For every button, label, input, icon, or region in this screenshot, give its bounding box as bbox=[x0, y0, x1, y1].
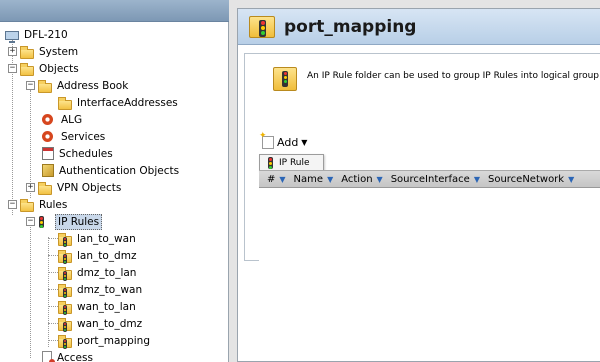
sort-arrow-icon: ▼ bbox=[568, 174, 575, 184]
column-label: SourceInterface bbox=[390, 173, 470, 185]
tree-item-label: Authentication Objects bbox=[59, 164, 180, 177]
tree-item-rules[interactable]: − Rules bbox=[8, 196, 69, 213]
tree-item-services[interactable]: Services bbox=[42, 128, 107, 145]
rule-folder-icon bbox=[58, 232, 72, 247]
tree-item-label: Services bbox=[61, 130, 106, 143]
tree-item-label: IP Rules bbox=[55, 213, 103, 230]
access-icon bbox=[42, 351, 55, 362]
tree-item-label: Rules bbox=[39, 198, 68, 211]
tree-item-rule-folder[interactable]: lan_to_wan bbox=[58, 230, 138, 247]
tree-item-objects[interactable]: − Objects bbox=[8, 60, 81, 77]
grid-header: # ▼ Name ▼ Action ▼ SourceInterface ▼ Source… bbox=[259, 170, 600, 188]
calendar-icon bbox=[42, 147, 54, 160]
tree-item-authentication-objects[interactable]: Authentication Objects bbox=[42, 162, 181, 179]
authentication-icon bbox=[42, 164, 54, 177]
page-title: port_mapping bbox=[284, 16, 417, 37]
tree-item-label: wan_to_lan bbox=[77, 300, 136, 313]
expand-icon[interactable]: + bbox=[8, 47, 17, 56]
collapse-icon[interactable]: − bbox=[26, 81, 35, 90]
tree-item-label: System bbox=[39, 45, 79, 58]
column-header-name[interactable]: Name ▼ bbox=[286, 174, 334, 185]
services-gear-icon bbox=[42, 131, 53, 142]
rule-folder-icon bbox=[273, 67, 297, 91]
rule-folder-icon bbox=[58, 334, 72, 349]
tree-item-label: Schedules bbox=[59, 147, 113, 160]
panel-header: port_mapping bbox=[238, 9, 600, 45]
left-panel-header bbox=[0, 0, 229, 22]
tree-item-rule-folder[interactable]: dmz_to_lan bbox=[58, 264, 138, 281]
tree-item-rule-folder[interactable]: port_mapping bbox=[58, 332, 152, 349]
rule-folder-icon bbox=[58, 317, 72, 332]
address-book-icon bbox=[38, 79, 52, 93]
traffic-light-icon bbox=[268, 157, 273, 169]
column-label: # bbox=[267, 173, 276, 185]
traffic-light-icon bbox=[38, 215, 52, 228]
collapse-icon[interactable]: − bbox=[8, 200, 17, 209]
add-button[interactable]: Add ▼ bbox=[259, 131, 308, 149]
tree-item-label: Access bbox=[57, 351, 93, 362]
tree-item-rule-folder[interactable]: lan_to_dmz bbox=[58, 247, 138, 264]
rule-folder-icon bbox=[58, 266, 72, 281]
tree-item-interface-addresses[interactable]: InterfaceAddresses bbox=[58, 94, 180, 111]
device-icon bbox=[5, 31, 19, 43]
tree-item-label: DFL-210 bbox=[24, 28, 68, 41]
tree-item-label: port_mapping bbox=[77, 334, 151, 347]
tree-item-label: dmz_to_lan bbox=[77, 266, 137, 279]
tree-item-label: ALG bbox=[61, 113, 83, 126]
tree-item-label: wan_to_dmz bbox=[77, 317, 143, 330]
tree-line bbox=[30, 218, 31, 358]
tree-item-alg[interactable]: ALG bbox=[42, 111, 84, 128]
tree-line bbox=[48, 237, 49, 347]
tree-item-system[interactable]: + System bbox=[8, 43, 80, 60]
chevron-down-icon: ▼ bbox=[301, 138, 308, 147]
navigation-tree: DFL-210 + System − Objects − Address Boo… bbox=[0, 22, 229, 362]
folder-gear-icon bbox=[20, 45, 34, 59]
grid-body bbox=[259, 189, 600, 261]
tree-item-address-book[interactable]: − Address Book bbox=[26, 77, 130, 94]
column-header-source-interface[interactable]: SourceInterface ▼ bbox=[383, 174, 480, 185]
tree-item-rule-folder[interactable]: wan_to_lan bbox=[58, 298, 138, 315]
info-text: An IP Rule folder can be used to group I… bbox=[307, 71, 600, 81]
tree-item-label: VPN Objects bbox=[57, 181, 122, 194]
tree-item-label: Objects bbox=[39, 62, 79, 75]
folder-icon bbox=[58, 96, 72, 110]
collapse-icon[interactable]: − bbox=[8, 64, 17, 73]
alg-gear-icon bbox=[42, 114, 53, 125]
rule-folder-icon bbox=[58, 249, 72, 264]
tree-item-ip-rules[interactable]: − IP Rules bbox=[26, 213, 103, 230]
tree-item-rule-folder[interactable]: wan_to_dmz bbox=[58, 315, 144, 332]
panel-content: An IP Rule folder can be used to group I… bbox=[244, 53, 600, 261]
expand-icon[interactable]: + bbox=[26, 183, 35, 192]
folder-icon bbox=[38, 181, 52, 195]
column-header-action[interactable]: Action ▼ bbox=[333, 174, 382, 185]
tree-item-rule-folder[interactable]: dmz_to_wan bbox=[58, 281, 144, 298]
column-label: Action bbox=[341, 173, 373, 185]
rule-folder-icon bbox=[58, 283, 72, 298]
tree-item-root[interactable]: DFL-210 bbox=[5, 26, 70, 43]
tree-item-label: lan_to_wan bbox=[77, 232, 136, 245]
rule-folder-icon bbox=[58, 300, 72, 315]
tree-item-label: Address Book bbox=[57, 79, 129, 92]
rules-folder-icon bbox=[20, 198, 34, 212]
column-label: Name bbox=[293, 173, 324, 185]
column-header-index[interactable]: # ▼ bbox=[259, 174, 286, 185]
new-item-icon bbox=[259, 131, 274, 149]
folder-icon bbox=[20, 62, 34, 76]
content-panel: port_mapping An IP Rule folder can be us… bbox=[237, 8, 600, 362]
tree-item-vpn-objects[interactable]: + VPN Objects bbox=[26, 179, 123, 196]
tree-item-schedules[interactable]: Schedules bbox=[42, 145, 115, 162]
add-button-label: Add bbox=[277, 136, 299, 149]
tree-item-label: dmz_to_wan bbox=[77, 283, 143, 296]
column-label: SourceNetwork bbox=[487, 173, 565, 185]
rule-folder-icon bbox=[249, 15, 275, 38]
info-box: An IP Rule folder can be used to group I… bbox=[273, 67, 599, 91]
tree-item-access[interactable]: Access bbox=[42, 349, 95, 362]
tree-item-label: InterfaceAddresses bbox=[77, 96, 178, 109]
menu-item-label: IP Rule bbox=[279, 158, 310, 168]
column-header-source-network[interactable]: SourceNetwork ▼ bbox=[480, 174, 574, 185]
tree-item-label: lan_to_dmz bbox=[77, 249, 137, 262]
collapse-icon[interactable]: − bbox=[26, 217, 35, 226]
